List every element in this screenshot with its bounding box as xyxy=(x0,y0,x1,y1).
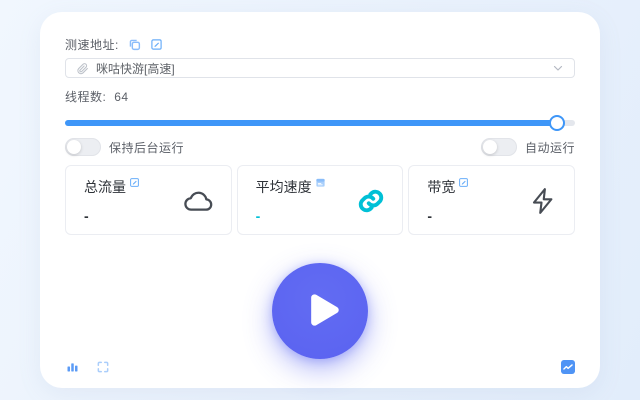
toggle-knob xyxy=(67,140,81,154)
calendar-icon[interactable] xyxy=(315,177,326,188)
auto-run-group: 自动运行 xyxy=(480,138,575,156)
keep-background-group: 保持后台运行 xyxy=(65,138,184,156)
bottom-toolbar xyxy=(65,359,575,374)
address-select[interactable]: 咪咕快游[高速] xyxy=(65,58,575,79)
auto-run-label: 自动运行 xyxy=(524,140,575,155)
threads-label: 线程数: xyxy=(65,90,107,105)
stat-title-row: 总流量 xyxy=(84,177,140,197)
edit-icon[interactable] xyxy=(458,177,469,188)
chevron-down-icon xyxy=(552,62,564,74)
paperclip-icon xyxy=(76,62,89,75)
keep-background-toggle[interactable] xyxy=(65,138,101,156)
stat-left: 总流量 - xyxy=(84,177,140,224)
address-row: 测速地址: xyxy=(65,36,575,53)
stat-value: - xyxy=(255,208,261,224)
edit-icon[interactable] xyxy=(129,177,140,188)
stat-title-row: 带宽 xyxy=(427,177,469,197)
stats-row: 总流量 - 平均速度 - 带宽 - xyxy=(65,165,576,235)
play-icon xyxy=(298,289,343,334)
auto-run-toggle[interactable] xyxy=(480,138,517,156)
stat-value: - xyxy=(84,208,89,224)
threads-row: 线程数: 64 xyxy=(65,88,575,105)
keep-background-label: 保持后台运行 xyxy=(109,140,185,155)
stat-left: 带宽 - xyxy=(427,177,469,224)
slider-handle[interactable] xyxy=(549,115,566,132)
stat-title: 平均速度 xyxy=(255,179,312,195)
stat-value: - xyxy=(427,208,433,224)
address-selected-value: 咪咕快游[高速] xyxy=(96,61,175,76)
threads-slider[interactable] xyxy=(65,115,575,132)
stat-title: 总流量 xyxy=(84,179,126,195)
stat-title-row: 平均速度 xyxy=(256,177,326,197)
speedtest-panel: 测速地址: 咪咕快游[高速] 线程数: 64 保持后台运行 自动运行 总流量 -… xyxy=(40,12,600,388)
link-icon xyxy=(356,186,386,216)
copy-icon[interactable] xyxy=(128,38,141,51)
stat-card-bandwidth: 带宽 - xyxy=(408,165,576,235)
cloud-icon xyxy=(183,185,215,217)
edit-address-icon[interactable] xyxy=(150,38,163,51)
bottom-left-icons xyxy=(65,359,110,374)
address-label: 测速地址: xyxy=(65,38,119,52)
stat-left: 平均速度 - xyxy=(256,177,326,224)
threads-value: 64 xyxy=(114,90,129,105)
stat-card-total-traffic: 总流量 - xyxy=(65,165,232,235)
fullscreen-icon[interactable] xyxy=(96,360,110,374)
slider-fill xyxy=(65,120,558,127)
start-test-button[interactable] xyxy=(272,263,368,359)
toggles-row: 保持后台运行 自动运行 xyxy=(65,138,575,156)
stat-card-average-speed: 平均速度 - xyxy=(236,165,404,235)
lightning-icon xyxy=(528,186,558,216)
toggle-knob xyxy=(482,140,497,154)
bar-chart-icon[interactable] xyxy=(65,359,80,374)
stat-title: 带宽 xyxy=(427,179,456,195)
play-area xyxy=(65,263,575,359)
trend-chart-icon[interactable] xyxy=(561,359,575,374)
